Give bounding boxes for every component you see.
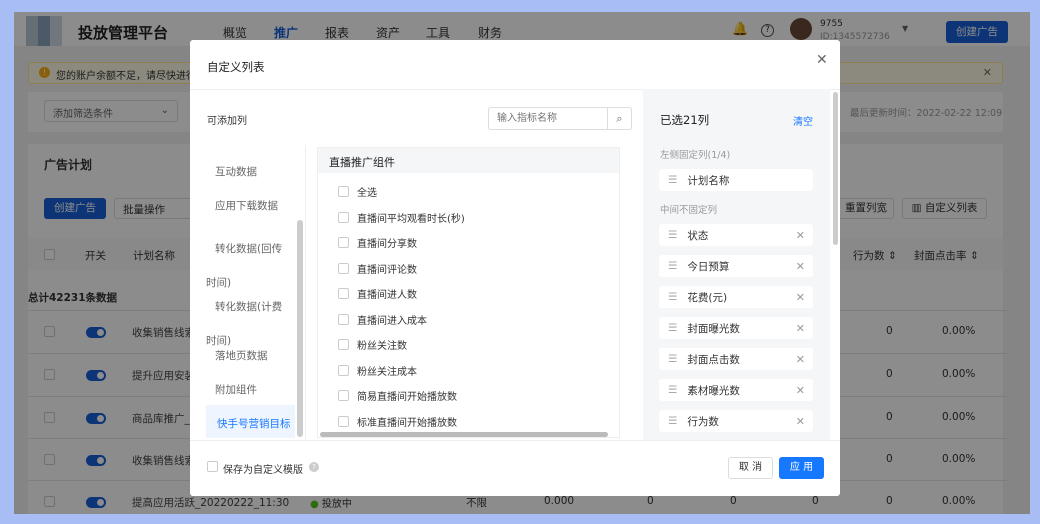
option-label: 直播间进入成本	[357, 315, 427, 327]
selected-count: 已选21列	[660, 113, 710, 127]
divider	[190, 440, 840, 441]
option-item[interactable]: 全选	[338, 184, 377, 199]
drag-handle-icon[interactable]: ☰	[668, 229, 677, 241]
drag-handle-icon[interactable]: ☰	[668, 260, 677, 272]
search-box: ⌕	[488, 107, 632, 130]
close-icon[interactable]: ✕	[816, 52, 828, 68]
option-item[interactable]: 粉丝关注数	[338, 337, 407, 352]
category-item[interactable]: 快手号营销目标	[217, 416, 291, 431]
option-checkbox[interactable]	[338, 288, 349, 299]
selected-column-label: 素材曝光数	[687, 384, 740, 397]
option-label: 粉丝关注数	[357, 341, 407, 352]
drag-handle-icon[interactable]: ☰	[668, 353, 677, 365]
remove-icon[interactable]: ✕	[796, 291, 805, 304]
selected-column-label: 封面点击数	[687, 353, 740, 366]
selected-column-label: 封面曝光数	[687, 322, 740, 335]
option-checkbox[interactable]	[338, 186, 349, 197]
option-checkbox[interactable]	[338, 390, 349, 401]
option-checkbox[interactable]	[338, 415, 349, 427]
clear-button[interactable]: 清空	[793, 113, 813, 128]
drag-handle-icon[interactable]: ☰	[668, 322, 677, 334]
group-title: 直播推广组件	[318, 148, 619, 173]
option-checkbox[interactable]	[338, 313, 349, 325]
option-label: 全选	[357, 188, 377, 199]
option-checkbox[interactable]	[338, 211, 349, 223]
option-label: 直播间分享数	[357, 239, 417, 250]
options-panel: 直播推广组件 全选直播间平均观看时长(秒) 直播间分享数 直播间评论数 直播间进人数直…	[317, 147, 620, 438]
selected-column-label: 状态	[687, 229, 709, 242]
drag-handle-icon[interactable]: ☰	[668, 384, 677, 396]
selected-column-item[interactable]: ☰ 状态 ✕	[659, 224, 813, 246]
option-label: 直播间平均观看时长(秒)	[357, 213, 465, 225]
search-input[interactable]	[489, 108, 607, 129]
option-item[interactable]: 直播间平均观看时长(秒)	[338, 210, 465, 225]
selected-column-item[interactable]: ☰ 素材曝光数 ✕	[659, 379, 813, 401]
save-template-checkbox[interactable]	[207, 461, 218, 472]
option-checkbox[interactable]	[338, 364, 349, 376]
selected-column-item[interactable]: ☰ 花费(元) ✕	[659, 286, 813, 308]
remove-icon[interactable]: ✕	[796, 322, 805, 335]
save-template-label[interactable]: 保存为自定义模版	[223, 461, 303, 476]
option-item[interactable]: 粉丝关注成本	[338, 363, 417, 378]
help-icon[interactable]: ?	[309, 462, 319, 472]
middle-label: 中间不固定列	[660, 205, 718, 216]
selected-column-label: 花费(元)	[687, 291, 728, 304]
selected-panel: 已选21列 清空 左侧固定列(1/4) ☰ 计划名称 中间不固定列 ☰ 状态 ✕ ☰ 今日…	[643, 89, 830, 440]
option-item[interactable]: 直播间评论数	[338, 261, 417, 276]
category-item[interactable]: 应用下载数据	[215, 198, 278, 213]
search-icon[interactable]: ⌕	[607, 108, 631, 129]
remove-icon[interactable]: ✕	[796, 229, 805, 242]
option-checkbox[interactable]	[338, 237, 349, 248]
remove-icon[interactable]: ✕	[796, 353, 805, 366]
fixed-label: 左侧固定列(1/4)	[660, 150, 731, 161]
custom-columns-dialog: 自定义列表 ✕ 可添加列 ⌕ 互动数据应用下载数据转化数据(回传时间)转化数据(…	[190, 40, 840, 496]
apply-button[interactable]: 应 用	[779, 457, 824, 479]
category-item[interactable]: 落地页数据	[215, 348, 268, 363]
category-item[interactable]: 附加组件	[215, 382, 257, 397]
selected-column-item[interactable]: ☰ 今日预算 ✕	[659, 255, 813, 277]
horizontal-scrollbar[interactable]	[320, 432, 608, 437]
fixed-column-item[interactable]: ☰ 计划名称	[659, 169, 813, 191]
available-columns-label: 可添加列	[207, 116, 247, 127]
category-scrollbar[interactable]	[297, 220, 303, 437]
drag-handle-icon[interactable]: ☰	[668, 291, 677, 303]
drag-handle-icon[interactable]: ☰	[668, 174, 677, 186]
option-item[interactable]: 直播间进入成本	[338, 312, 427, 327]
option-item[interactable]: 简易直播间开始播放数	[338, 388, 457, 403]
remove-icon[interactable]: ✕	[796, 384, 805, 397]
selected-column-item[interactable]: ☰ 封面曝光数 ✕	[659, 317, 813, 339]
cancel-button[interactable]: 取 消	[728, 457, 773, 479]
selected-column-label: 今日预算	[687, 260, 730, 273]
option-item[interactable]: 标准直播间开始播放数	[338, 414, 457, 429]
category-item[interactable]: 互动数据	[215, 164, 257, 179]
dialog-title: 自定义列表	[207, 60, 265, 74]
drag-handle-icon[interactable]: ☰	[668, 415, 677, 427]
option-label: 直播间评论数	[357, 264, 417, 276]
option-label: 粉丝关注成本	[357, 366, 417, 378]
remove-icon[interactable]: ✕	[796, 415, 805, 428]
option-checkbox[interactable]	[338, 262, 349, 274]
selected-scrollbar[interactable]	[833, 92, 838, 245]
divider	[305, 145, 306, 440]
selected-column-label: 行为数	[687, 415, 719, 428]
option-label: 简易直播间开始播放数	[357, 392, 457, 403]
option-item[interactable]: 直播间分享数	[338, 235, 417, 250]
selected-column-item[interactable]: ☰ 行为数 ✕	[659, 410, 813, 432]
selected-column-item[interactable]: ☰ 封面点击数 ✕	[659, 348, 813, 370]
option-item[interactable]: 直播间进人数	[338, 286, 417, 301]
remove-icon[interactable]: ✕	[796, 260, 805, 273]
option-label: 直播间进人数	[357, 290, 417, 301]
option-label: 标准直播间开始播放数	[357, 417, 457, 429]
option-checkbox[interactable]	[338, 339, 349, 350]
